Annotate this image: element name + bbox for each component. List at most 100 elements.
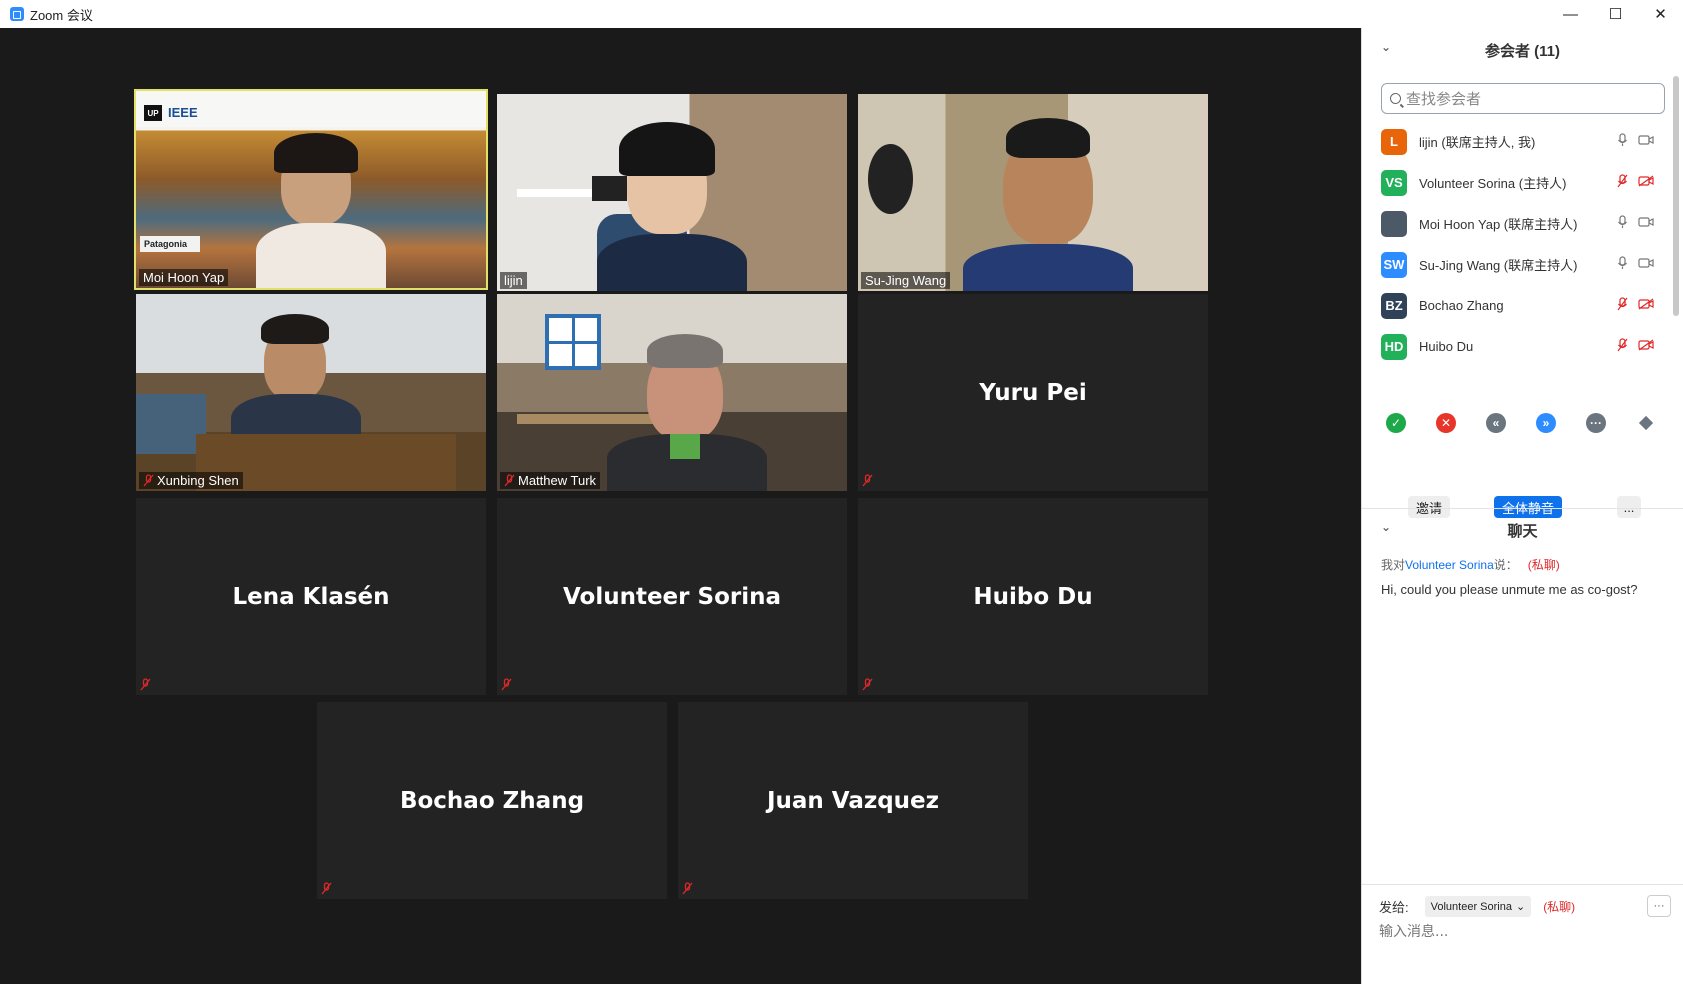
avatar: VS [1381,169,1407,196]
video-tile-su-jing-wang[interactable]: Su-Jing Wang [858,94,1208,291]
participants-scrollbar[interactable] [1673,76,1679,316]
chat-title: 聊天 [1507,523,1538,540]
participant-hair [261,314,329,344]
participants-title: 参会者 (11) [1484,43,1560,60]
avatar: L [1381,128,1407,155]
participant-status-icons [1617,256,1654,275]
camera-off-icon[interactable] [1638,174,1654,193]
mic-muted-icon[interactable] [1617,174,1628,193]
window-controls: — ☐ ✕ [1548,0,1683,28]
clear-icon[interactable] [1636,413,1656,433]
participant-list: Llijin (联席主持人, 我) VS Volunteer Sorina (主持人… [1362,121,1672,377]
speaker [868,144,913,214]
private-badge: (私聊) [1527,558,1560,572]
mic-muted-icon [143,474,154,487]
video-tile-juan-vazquez[interactable]: Juan Vazquez [678,702,1028,899]
participant-status-icons [1617,215,1654,234]
chat-message-meta: 我对Volunteer Sorina说： (私聊) [1381,556,1560,573]
more-icon[interactable]: ··· [1586,413,1606,433]
participant-name: Su-Jing Wang [865,273,947,288]
participant-body [597,234,747,291]
participant-name: Moi Hoon Yap [143,270,225,285]
camera-icon[interactable] [1638,215,1654,234]
camera-icon[interactable] [1638,256,1654,275]
camera-off-icon[interactable] [1638,297,1654,316]
participant-name: Huibo Du [1419,339,1474,354]
chat-header: ⌄ 聊天 [1362,520,1683,541]
video-tile-yuru-pei[interactable]: Yuru Pei [858,294,1208,491]
participant-status-icons [1617,297,1654,316]
up-logo: UP [144,105,162,121]
camera-icon[interactable] [1638,133,1654,152]
chat-message-input[interactable] [1379,924,1659,940]
participant-search-input[interactable]: 查找参会者 [1381,83,1665,114]
mute-all-button[interactable]: 全体静音 [1494,496,1562,518]
participant-row[interactable]: BZ Bochao Zhang [1362,285,1672,326]
invite-button[interactable]: 邀请 [1408,496,1450,518]
participant-name: Yuru Pei [979,379,1087,406]
nonverbal-feedback-bar: ✓ ✕ « » ··· [1386,413,1656,433]
meta-prefix: 我对 [1381,558,1406,572]
participant-row[interactable]: Moi Hoon Yap (联席主持人) [1362,203,1672,244]
video-tile-volunteer-sorina[interactable]: Volunteer Sorina [497,498,847,695]
video-tile-huibo-du[interactable]: Huibo Du [858,498,1208,695]
no-icon[interactable]: ✕ [1436,413,1456,433]
video-tile-xunbing-shen[interactable]: Xunbing Shen [136,294,486,491]
meta-recipient[interactable]: Volunteer Sorina [1405,558,1494,572]
participant-name: Bochao Zhang [399,787,585,814]
close-button[interactable]: ✕ [1638,0,1683,28]
video-feed [497,94,847,291]
video-tile-lena-klasen[interactable]: Lena Klasén [136,498,486,695]
recipient-dropdown[interactable]: Volunteer Sorina ⌄ [1424,896,1532,917]
slower-icon[interactable]: « [1486,413,1506,433]
participant-status-icons [1617,174,1654,193]
avatar [1381,210,1407,237]
participant-name: Xunbing Shen [157,473,239,488]
mic-icon[interactable] [1617,133,1628,152]
ieee-logo: IEEE [168,105,198,120]
chat-more-button[interactable]: ··· [1647,895,1671,917]
participant-row[interactable]: VS Volunteer Sorina (主持人) [1362,162,1672,203]
recipient-value: Volunteer Sorina [1430,900,1512,913]
participant-row[interactable]: Llijin (联席主持人, 我) [1362,121,1672,162]
participant-status-icons [1617,133,1654,152]
video-tile-matthew-turk[interactable]: Matthew Turk [497,294,847,491]
yes-icon[interactable]: ✓ [1386,413,1406,433]
participant-row[interactable]: SW Su-Jing Wang (联席主持人) [1362,244,1672,285]
chevron-down-icon[interactable]: ⌄ [1381,520,1391,534]
mic-muted-icon [321,882,332,895]
name-tag: Moi Hoon Yap [139,269,229,286]
mic-muted-icon [862,474,873,487]
participant-name: lijin [504,273,523,288]
video-tile-lijin[interactable]: lijin [497,94,847,291]
video-tile-moi-hoon-yap[interactable]: UP IEEE Patagonia Moi Hoon Yap [134,89,488,290]
mic-icon[interactable] [1617,256,1628,275]
minimize-button[interactable]: — [1548,0,1593,28]
participant-name: Matthew Turk [518,473,597,488]
participant-row[interactable]: HD Huibo Du [1362,326,1672,367]
green-shirt [670,434,700,459]
divider [1362,508,1683,509]
video-tile-bochao-zhang[interactable]: Bochao Zhang [317,702,667,899]
more-options-button[interactable]: ... [1617,496,1641,518]
faster-icon[interactable]: » [1536,413,1556,433]
chat-message-text: Hi, could you please unmute me as co-gos… [1381,582,1638,597]
participant-body [256,223,386,288]
participant-name: Huibo Du [973,583,1093,610]
maximize-button[interactable]: ☐ [1593,0,1638,28]
participant-name: Volunteer Sorina (主持人) [1419,176,1567,191]
monitor [592,176,627,201]
private-label: (私聊) [1543,900,1576,914]
camera-off-icon[interactable] [1638,338,1654,357]
participant-status-icons [1617,338,1654,357]
chevron-down-icon[interactable]: ⌄ [1381,40,1391,54]
send-to-row: 发给: Volunteer Sorina ⌄ (私聊) ··· [1379,895,1671,917]
divider [1362,884,1683,885]
meta-suffix: 说： [1493,558,1518,572]
mic-icon[interactable] [1617,215,1628,234]
participants-header: ⌄ 参会者 (11) [1362,40,1683,64]
mic-muted-icon[interactable] [1617,338,1628,357]
mic-muted-icon[interactable] [1617,297,1628,316]
send-to-label: 发给: [1379,900,1409,915]
name-tag: Su-Jing Wang [861,272,951,289]
